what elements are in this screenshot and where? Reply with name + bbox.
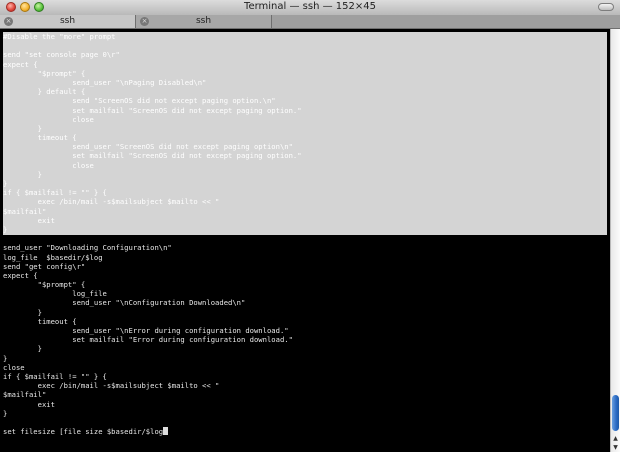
terminal-line: set filesize [file size $basedir/$log [3,427,302,436]
terminal-line-selected: close [3,114,94,124]
tab-label: ssh [59,16,76,26]
terminal-line: set mailfail "Error during configuration… [3,335,293,345]
terminal-line: exec /bin/mail -s$mailsubject $mailto <<… [3,381,220,391]
terminal-line-selected: send_user "\nPaging Disabled\n" [3,77,207,87]
terminal-line-selected: send_user "ScreenOS did not except pagin… [3,142,293,152]
terminal-line: send_user "\nConfiguration Downloaded\n" [3,298,246,308]
terminal-line: log_file $basedir/$log [3,252,103,262]
terminal-line: send_user "\nError during configuration … [3,326,289,335]
terminal-line: log_file [3,289,107,299]
vertical-scrollbar[interactable]: ▲ ▼ [610,29,620,452]
terminal-line-selected [3,41,302,50]
scroll-down-arrow-icon[interactable]: ▼ [612,443,619,452]
terminal-line-selected: } [3,169,42,179]
toolbar-toggle-button[interactable] [598,3,614,11]
terminal-line-selected: send "set console page 0\r" [3,50,120,60]
scroll-up-arrow-icon[interactable]: ▲ [612,434,619,443]
terminal-line: expect { [3,270,38,280]
terminal-line: exit [3,399,55,409]
terminal-line: send_user "Downloading Configuration\n" [3,243,172,253]
terminal-line: close [3,362,25,372]
terminal-line: send "get config\r" [3,261,86,271]
tab-ssh-2[interactable]: × ssh [136,15,272,28]
tab-label: ssh [195,16,212,26]
terminal-line-selected: } [3,224,8,234]
terminal-line: } [3,408,8,418]
tab-ssh-1[interactable]: × ssh [0,15,136,28]
terminal-line-selected: $mailfail" [3,206,47,216]
terminal-line: } [3,353,8,363]
terminal-line-selected: exit [3,215,55,225]
terminal-line: if { $mailfail != "" } { [3,371,107,381]
terminal-line-selected: "$prompt" { [3,68,86,78]
terminal-line-selected: } default { [3,87,86,97]
terminal-line-selected: set mailfail "ScreenOS did not except pa… [3,105,302,115]
terminal-line-selected: close [3,160,94,170]
terminal-line: timeout { [3,316,77,326]
text-cursor [163,427,169,436]
terminal-output[interactable]: #Disable the "more" prompt send "set cons… [0,29,610,452]
terminal-line: } [3,307,42,317]
terminal-line-selected: exec /bin/mail -s$mailsubject $mailto <<… [3,197,220,207]
terminal-line-selected: #Disable the "more" prompt [3,32,116,41]
terminal-line-selected: } [3,123,42,133]
terminal-line-selected: if { $mailfail != "" } { [3,188,107,198]
terminal-line-selected: } [3,179,8,188]
terminal-line: } [3,344,42,354]
terminal-line: "$prompt" { [3,280,86,290]
window-title: Terminal — ssh — 152×45 [244,1,376,12]
terminal-line-selected: send "ScreenOS did not except paging opt… [3,96,276,106]
terminal-line-selected: set mailfail "ScreenOS did not except pa… [3,151,302,161]
tab-bar: × ssh × ssh [0,15,620,29]
title-bar[interactable]: Terminal — ssh — 152×45 [0,0,620,16]
terminal-window: Terminal — ssh — 152×45 × ssh × ssh #Dis… [0,0,620,452]
scrollbar-thumb[interactable] [612,395,619,431]
terminal-line-selected: timeout { [3,133,77,143]
terminal-lines: #Disable the "more" prompt send "set cons… [3,32,302,436]
terminal-line-selected: expect { [3,59,38,69]
terminal-line: $mailfail" [3,390,47,400]
